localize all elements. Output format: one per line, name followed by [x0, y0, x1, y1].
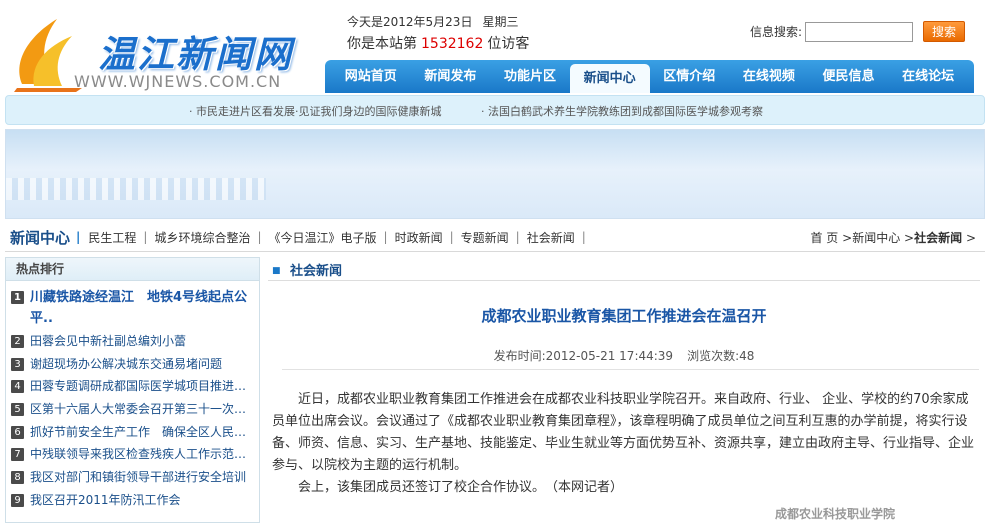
article-paragraph: 会上，该集团成员还签订了校企合作协议。 （本网记者） [298, 480, 624, 495]
list-item[interactable]: 6抓好节前安全生产工作 确保全区人民欢度节日 [11, 422, 259, 445]
ticker-item[interactable]: · 市民走进片区看发展·见证我们身边的国际健康新城 [189, 103, 442, 119]
subnav-item-epaper[interactable]: 《今日温江》电子版 [269, 229, 377, 246]
nav-home[interactable]: 网站首页 [331, 60, 411, 93]
subnav-divider: | [76, 230, 81, 244]
list-item[interactable]: 4 田蓉专题调研成都国际医学城项目推进工作 [11, 376, 259, 399]
hot-ranking-list: 1 川藏铁路途经温江 地铁4号线起点公平.. 2 田蓉会见中新社副总编刘小蕾 3 谢超… [6, 281, 259, 513]
nav-online-video[interactable]: 在线视频 [729, 60, 809, 93]
search-label: 信息搜索: [750, 25, 803, 39]
breadcrumb-news-center[interactable]: 新闻中心 [852, 231, 900, 245]
publish-time: 发布时间:2012-05-21 17:44:39 [493, 349, 674, 363]
divider [5, 251, 985, 252]
article-section-label: 社会新闻 [290, 264, 343, 279]
search-input[interactable] [805, 21, 914, 42]
sub-nav: 新闻中心 | 民生工程 | 城乡环境综合整治 | 《今日温江》电子版 | 时政新闻 | … [10, 228, 586, 247]
rank-badge: 2 [11, 335, 24, 348]
list-item[interactable]: 3 谢超现场办公解决城东交通易堵问题 [11, 354, 259, 377]
ticker-item[interactable]: · 法国白鹤武术养生学院教练团到成都国际医学城参观考察 [481, 103, 763, 119]
list-item[interactable]: 2 田蓉会见中新社副总编刘小蕾 [11, 331, 259, 354]
breadcrumb-current[interactable]: 社会新闻 [914, 231, 962, 245]
nav-public-info[interactable]: 便民信息 [809, 60, 889, 93]
rank-badge: 3 [11, 357, 24, 371]
subnav-item-society[interactable]: 社会新闻 [527, 229, 575, 246]
news-ticker: · 市民走进片区看发展·见证我们身边的国际健康新城 · 法国白鹤武术养生学院教练… [5, 95, 985, 125]
nav-online-forum[interactable]: 在线论坛 [888, 60, 968, 93]
article-meta: 发布时间:2012-05-21 17:44:39 浏览次数:48 [268, 347, 980, 364]
article-section-header: ■ 社会新闻 [268, 257, 980, 281]
rank-badge: 6 [11, 425, 24, 439]
divider [282, 369, 979, 370]
search-button[interactable]: 搜索 [923, 21, 966, 42]
subnav-item-environment[interactable]: 城乡环境综合整治 [154, 229, 250, 246]
list-item[interactable]: 1 川藏铁路途经温江 地铁4号线起点公平.. [11, 287, 259, 331]
breadcrumb: 首 页 >新闻中心 >社会新闻 > [810, 231, 976, 245]
list-item[interactable]: 7 中残联领导来我区检查残疾人工作示范区创建 [11, 444, 259, 467]
subnav-item-special[interactable]: 专题新闻 [461, 229, 509, 246]
article-body: 近日，成都农业职业教育集团工作推进会在成都农业科技职业学院召开。来自政府、行业、… [272, 389, 978, 499]
footer-organization: 成都农业科技职业学院 [775, 507, 896, 521]
date-line: 今天是2012年5月23日 星期三 [347, 13, 518, 30]
list-item[interactable]: 5 区第十六届人大常委会召开第三十一次会议 [11, 399, 259, 422]
current-weekday: 星期三 [482, 15, 519, 29]
main-nav: 网站首页 新闻发布 功能片区 新闻中心 区情介绍 在线视频 便民信息 在线论坛 [325, 60, 974, 93]
hot-ranking-panel: 热点排行 1 川藏铁路途经温江 地铁4号线起点公平.. 2 田蓉会见中新社副总编刘小… [5, 257, 260, 523]
current-date: 今天是2012年5月23日 [347, 15, 473, 29]
rank-badge: 8 [11, 471, 24, 485]
bullet-icon: ■ [272, 266, 281, 276]
visitor-prefix: 你是本站第 [347, 36, 417, 52]
nav-news-center[interactable]: 新闻中心 [569, 64, 650, 93]
list-item[interactable]: 8 我区对部门和镇街领导干部进行安全培训 [11, 467, 259, 490]
banner [5, 129, 985, 219]
rank-badge: 1 [11, 291, 24, 304]
subnav-item-livelihood[interactable]: 民生工程 [88, 229, 136, 246]
visitor-count: 1532162 [421, 36, 484, 52]
banner-decoration [6, 178, 266, 200]
logo-title: 温江新闻网 [98, 32, 293, 76]
visitor-suffix: 位访客 [487, 36, 530, 52]
visitor-counter: 你是本站第 1532162 位访客 [347, 33, 529, 53]
nav-district-intro[interactable]: 区情介绍 [650, 60, 730, 93]
rank-badge: 4 [11, 380, 24, 394]
rank-badge: 9 [11, 493, 24, 507]
subnav-title: 新闻中心 [10, 228, 71, 247]
site-logo[interactable]: 温江新闻网 WWW.WJNEWS.COM.CN [8, 10, 323, 94]
nav-news-release[interactable]: 新闻发布 [411, 60, 491, 93]
search-bar: 信息搜索: 搜索 [750, 21, 966, 42]
breadcrumb-home[interactable]: 首 页 [810, 231, 838, 245]
hot-ranking-title: 热点排行 [6, 258, 259, 281]
rank-badge: 7 [11, 448, 24, 462]
logo-url: WWW.WJNEWS.COM.CN [74, 72, 282, 91]
nav-function-zones[interactable]: 功能片区 [490, 60, 570, 93]
article-title: 成都农业职业教育集团工作推进会在温召开 [481, 307, 767, 325]
list-item[interactable]: 9 我区召开2011年防汛工作会 [11, 490, 259, 513]
subnav-item-politics[interactable]: 时政新闻 [395, 229, 443, 246]
rank-badge: 5 [11, 403, 24, 417]
view-count: 浏览次数:48 [687, 349, 755, 363]
article-paragraph: 近日，成都农业职业教育集团工作推进会在成都农业科技职业学院召开。来自政府、行业、… [272, 392, 975, 473]
